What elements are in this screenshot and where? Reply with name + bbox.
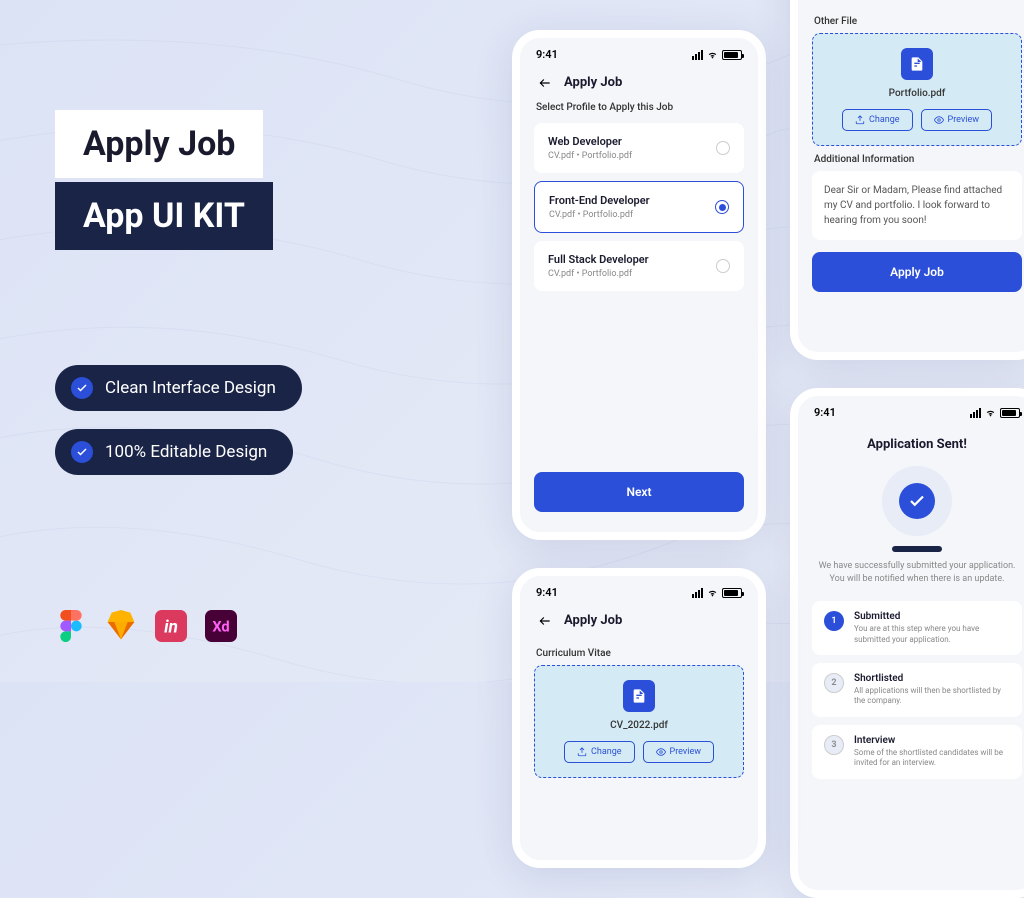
battery-icon	[1000, 408, 1020, 418]
status-bar: 9:41	[798, 396, 1024, 425]
battery-icon	[722, 50, 742, 60]
profile-card[interactable]: Full Stack Developer CV.pdf • Portfolio.…	[534, 241, 744, 291]
tool-icons-row: in Xd	[55, 610, 237, 642]
feature-item: Clean Interface Design	[55, 365, 302, 411]
profile-card[interactable]: Web Developer CV.pdf • Portfolio.pdf	[534, 123, 744, 173]
invision-icon: in	[155, 610, 187, 642]
file-name: CV_2022.pdf	[549, 720, 729, 731]
back-arrow-icon[interactable]	[536, 76, 554, 90]
profile-name: Full Stack Developer	[548, 253, 649, 266]
check-icon	[899, 483, 935, 519]
preview-button[interactable]: Preview	[921, 109, 992, 131]
step-title: Shortlisted	[854, 673, 1010, 684]
section-label: Curriculum Vitae	[520, 640, 758, 665]
profile-name: Web Developer	[548, 135, 632, 148]
svg-text:in: in	[164, 618, 178, 638]
file-icon	[623, 680, 655, 712]
change-button[interactable]: Change	[842, 109, 913, 131]
feature-text: Clean Interface Design	[105, 378, 276, 398]
status-time: 9:41	[814, 406, 836, 419]
feature-item: 100% Editable Design	[55, 429, 293, 475]
success-title: Application Sent!	[798, 425, 1024, 456]
feature-list: Clean Interface Design 100% Editable Des…	[55, 365, 302, 475]
step-title: Submitted	[854, 611, 1010, 622]
profile-name: Front-End Developer	[549, 194, 650, 207]
step-number: 2	[824, 673, 844, 693]
phone-select-profile: 9:41 Apply Job Select Profile to Apply t…	[512, 30, 766, 540]
page-title: Apply Job	[564, 75, 622, 90]
feature-text: 100% Editable Design	[105, 442, 267, 462]
success-graphic	[882, 466, 952, 536]
preview-button[interactable]: Preview	[643, 741, 714, 763]
profile-files: CV.pdf • Portfolio.pdf	[548, 151, 632, 161]
page-subtitle: Select Profile to Apply this Job	[520, 102, 758, 123]
status-bar: 9:41	[520, 576, 758, 605]
phone-upload-info: Other File Portfolio.pdf Change Preview …	[790, 0, 1024, 360]
back-arrow-icon[interactable]	[536, 614, 554, 628]
step-desc: All applications will then be shortliste…	[854, 686, 1010, 707]
success-description: We have successfully submitted your appl…	[798, 552, 1024, 601]
step-desc: Some of the shortlisted candidates will …	[854, 748, 1010, 769]
additional-info-text[interactable]: Dear Sir or Madam, Please find attached …	[812, 171, 1022, 240]
svg-text:Xd: Xd	[212, 617, 229, 635]
status-time: 9:41	[536, 586, 558, 599]
phone-application-sent: 9:41 Application Sent! We have successfu…	[790, 388, 1024, 898]
battery-icon	[722, 588, 742, 598]
title-block: Apply Job App UI KIT	[55, 110, 302, 250]
signal-icon	[692, 588, 703, 598]
change-button[interactable]: Change	[564, 741, 635, 763]
step-title: Interview	[854, 735, 1010, 746]
phone-cv-upload: 9:41 Apply Job Curriculum Vitae CV_2022.…	[512, 568, 766, 868]
status-bar: 9:41	[520, 38, 758, 67]
wifi-icon	[984, 408, 997, 418]
header: Apply Job	[520, 605, 758, 640]
check-icon	[71, 441, 93, 463]
check-icon	[71, 377, 93, 399]
header: Apply Job	[520, 67, 758, 102]
radio-button[interactable]	[716, 259, 730, 273]
step-number: 3	[824, 735, 844, 755]
file-name: Portfolio.pdf	[827, 88, 1007, 99]
step-card: 3 Interview Some of the shortlisted cand…	[812, 725, 1022, 779]
step-card: 2 Shortlisted All applications will then…	[812, 663, 1022, 717]
sketch-icon	[105, 610, 137, 642]
radio-button[interactable]	[715, 200, 729, 214]
file-icon	[901, 48, 933, 80]
step-card: 1 Submitted You are at this step where y…	[812, 601, 1022, 655]
profile-files: CV.pdf • Portfolio.pdf	[549, 210, 650, 220]
radio-button[interactable]	[716, 141, 730, 155]
page-title: Apply Job	[564, 613, 622, 628]
xd-icon: Xd	[205, 610, 237, 642]
profile-files: CV.pdf • Portfolio.pdf	[548, 269, 649, 279]
section-label: Other File	[798, 8, 1024, 33]
next-button[interactable]: Next	[534, 472, 744, 512]
apply-job-button[interactable]: Apply Job	[812, 252, 1022, 292]
figma-icon	[55, 610, 87, 642]
wifi-icon	[706, 588, 719, 598]
promo-panel: Apply Job App UI KIT Clean Interface Des…	[55, 110, 302, 493]
profile-card[interactable]: Front-End Developer CV.pdf • Portfolio.p…	[534, 181, 744, 233]
signal-icon	[970, 408, 981, 418]
wifi-icon	[706, 50, 719, 60]
section-label: Additional Information	[798, 146, 1024, 171]
status-time: 9:41	[536, 48, 558, 61]
title-line-1: Apply Job	[55, 110, 263, 178]
upload-box: Portfolio.pdf Change Preview	[812, 33, 1022, 146]
signal-icon	[692, 50, 703, 60]
step-number: 1	[824, 611, 844, 631]
step-desc: You are at this step where you have subm…	[854, 624, 1010, 645]
title-line-2: App UI KIT	[55, 182, 273, 250]
